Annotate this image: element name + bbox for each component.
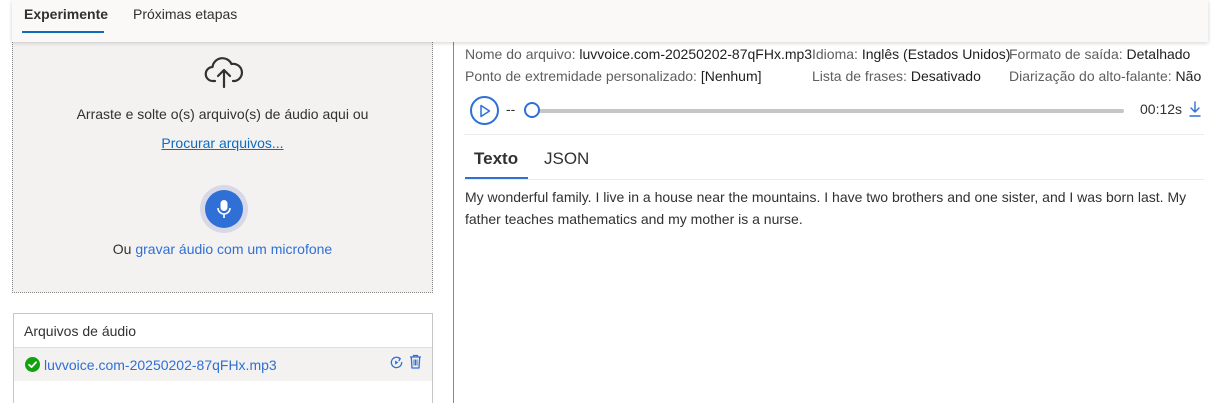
cloud-upload-icon <box>204 57 244 89</box>
tab-experiment[interactable]: Experimente <box>24 6 108 22</box>
record-button-ring <box>200 185 248 233</box>
record-microphone-button[interactable] <box>205 190 243 228</box>
language-label: Idioma: <box>812 46 858 62</box>
language-field: Idioma: Inglês (Estados Unidos) <box>812 46 1010 62</box>
player-divider <box>464 134 1204 135</box>
active-tab-indicator <box>22 31 104 33</box>
custom-endpoint-field: Ponto de extremidade personalizado: [Nen… <box>465 68 762 84</box>
seek-thumb[interactable] <box>524 102 540 118</box>
custom-endpoint-value: [Nenhum] <box>700 68 762 84</box>
tab-next-steps[interactable]: Próximas etapas <box>133 6 237 22</box>
speaker-diarization-value: Não <box>1175 68 1202 84</box>
file-name-label: Nome do arquivo: <box>465 46 576 62</box>
top-tab-bar: Experimente Próximas etapas <box>12 0 1208 42</box>
audio-files-title: Arquivos de áudio <box>24 323 137 339</box>
dropzone-instructions: Arraste e solte o(s) arquivo(s) de áudio… <box>76 106 369 122</box>
phrase-list-field: Lista de frases: Desativado <box>812 68 981 84</box>
seek-bar[interactable] <box>532 109 1124 113</box>
custom-endpoint-label: Ponto de extremidade personalizado: <box>465 68 697 84</box>
language-value: Inglês (Estados Unidos) <box>861 46 1011 62</box>
microphone-icon <box>217 200 231 218</box>
reprocess-icon[interactable] <box>389 355 404 370</box>
trash-icon[interactable] <box>409 354 422 369</box>
record-audio-link[interactable]: gravar áudio com um microfone <box>135 241 332 257</box>
audio-files-panel: Arquivos de áudio luvvoice.com-20250202-… <box>13 313 433 403</box>
output-format-field: Formato de saída: Detalhado <box>1009 46 1190 62</box>
tab-text[interactable]: Texto <box>474 149 518 169</box>
output-format-value: Detalhado <box>1126 46 1191 62</box>
file-name-field: Nome do arquivo: luvvoice.com-20250202-8… <box>465 46 812 62</box>
phrase-list-label: Lista de frases: <box>812 68 907 84</box>
record-prefix: Ou <box>112 241 132 257</box>
results-panel: Nome do arquivo: luvvoice.com-20250202-8… <box>453 36 1215 403</box>
play-icon <box>479 104 490 117</box>
audio-dropzone[interactable]: Arraste e solte o(s) arquivo(s) de áudio… <box>12 42 433 293</box>
transcript-text: My wonderful family. I live in a house n… <box>465 189 1187 227</box>
audio-duration: 00:12s <box>1140 101 1183 117</box>
tab-json[interactable]: JSON <box>544 149 589 169</box>
speaker-diarization-field: Diarização do alto-falante: Não <box>1009 68 1201 84</box>
download-icon[interactable] <box>1189 101 1201 117</box>
current-time: -- <box>506 101 516 117</box>
record-audio-row: Ou gravar áudio com um microfone <box>13 241 432 257</box>
file-name-link[interactable]: luvvoice.com-20250202-87qFHx.mp3 <box>44 357 277 373</box>
speaker-diarization-label: Diarização do alto-falante: <box>1009 68 1172 84</box>
file-list-item[interactable]: luvvoice.com-20250202-87qFHx.mp3 <box>14 347 432 381</box>
play-button[interactable] <box>470 96 499 125</box>
output-format-label: Formato de saída: <box>1009 46 1123 62</box>
file-name-value: luvvoice.com-20250202-87qFHx.mp3 <box>579 46 813 62</box>
check-circle-icon <box>25 357 40 372</box>
result-tabs-divider <box>464 179 1204 180</box>
browse-files-link[interactable]: Procurar arquivos... <box>13 135 432 151</box>
phrase-list-value: Desativado <box>910 68 981 84</box>
